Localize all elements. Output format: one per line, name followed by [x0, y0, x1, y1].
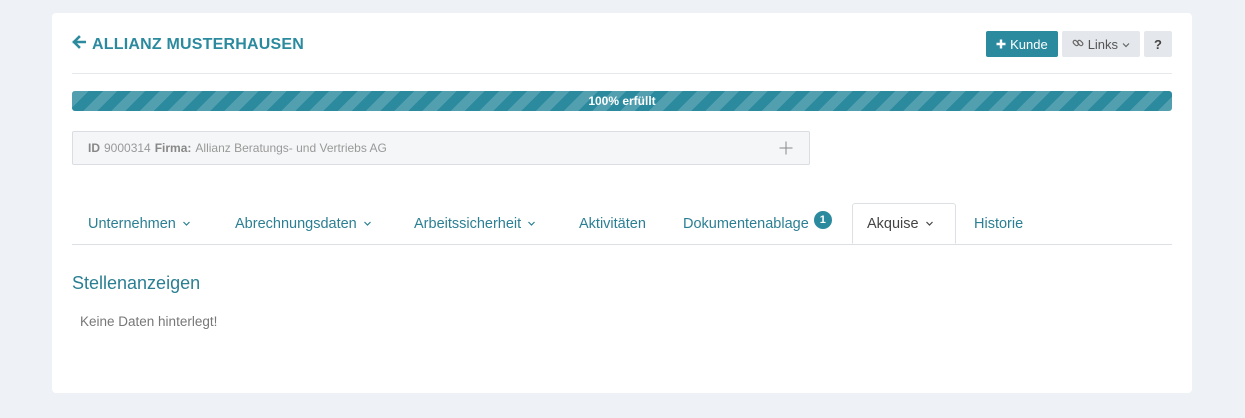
tab-label: Historie — [974, 216, 1024, 232]
tab-dokumentenablage[interactable]: Dokumentenablage 1 — [683, 204, 832, 244]
add-kunde-label: Kunde — [1010, 36, 1048, 52]
chevron-down-icon — [1122, 37, 1130, 52]
section-title: Stellenanzeigen — [72, 273, 201, 293]
customer-card: ALLIANZ MUSTERHAUSEN Kunde Links ? 100% … — [52, 13, 1192, 393]
links-label: Links — [1087, 36, 1119, 52]
tab-label: Dokumentenablage — [683, 216, 809, 232]
chevron-down-icon — [182, 216, 191, 232]
page-header: ALLIANZ MUSTERHAUSEN Kunde Links ? — [72, 31, 1172, 74]
tab-aktivitaeten[interactable]: Aktivitäten — [579, 204, 646, 244]
tab-label: Abrechnungsdaten — [235, 216, 357, 232]
chevron-down-icon — [527, 216, 536, 232]
arrow-left-icon — [72, 35, 87, 54]
tab-unternehmen[interactable]: Unternehmen — [88, 204, 191, 244]
link-icon — [1072, 37, 1084, 52]
tab-label: Arbeitssicherheit — [414, 216, 522, 232]
id-value: 9000314 — [104, 141, 151, 155]
notification-badge: 1 — [813, 211, 832, 229]
tab-akquise[interactable]: Akquise — [852, 203, 956, 244]
firma-label: Firma: — [154, 141, 192, 155]
id-label: ID — [88, 141, 100, 155]
tab-abrechnungsdaten[interactable]: Abrechnungsdaten — [235, 204, 372, 244]
tab-label: Akquise — [867, 215, 919, 232]
completion-progress-bar: 100% erfüllt — [72, 91, 1172, 111]
add-kunde-button[interactable]: Kunde — [986, 31, 1058, 57]
help-button[interactable]: ? — [1144, 31, 1172, 57]
company-title: ALLIANZ MUSTERHAUSEN — [92, 35, 304, 53]
add-info-plus-icon[interactable] — [777, 139, 795, 157]
plus-icon — [996, 37, 1006, 52]
back-link[interactable]: ALLIANZ MUSTERHAUSEN — [72, 35, 304, 54]
tab-bar: Unternehmen Abrechnungsdaten Arbeitssich… — [72, 203, 1172, 245]
chevron-down-icon — [925, 216, 934, 232]
firma-value: Allianz Beratungs- und Vertriebs AG — [195, 141, 387, 155]
company-info-box: ID 9000314 Firma: Allianz Beratungs- und… — [72, 131, 810, 165]
tab-arbeitssicherheit[interactable]: Arbeitssicherheit — [414, 204, 536, 244]
tab-historie[interactable]: Historie — [974, 204, 1023, 244]
tab-label: Unternehmen — [88, 216, 176, 232]
progress-label: 100% erfüllt — [588, 94, 656, 108]
links-dropdown-button[interactable]: Links — [1061, 31, 1141, 57]
tab-label: Aktivitäten — [579, 216, 646, 232]
header-button-group: Kunde Links ? — [986, 31, 1172, 57]
chevron-down-icon — [363, 216, 372, 232]
empty-state-text: Keine Daten hinterlegt! — [80, 314, 218, 329]
